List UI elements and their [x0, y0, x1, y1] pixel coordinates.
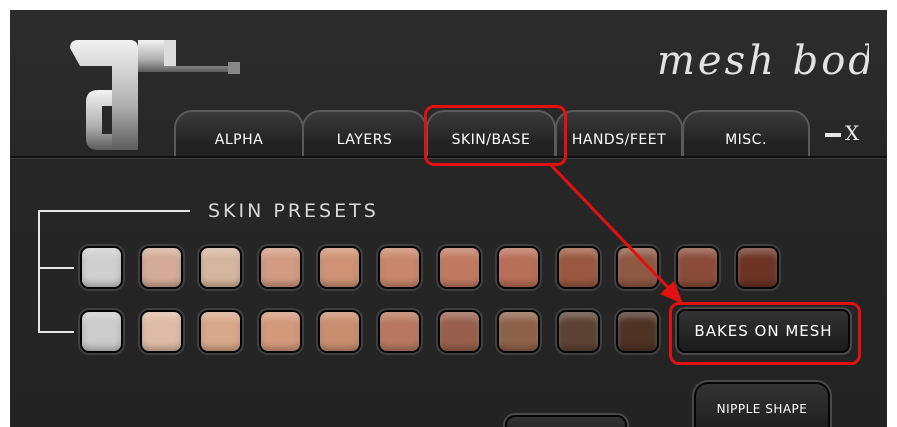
- callout-arrow: [548, 162, 683, 304]
